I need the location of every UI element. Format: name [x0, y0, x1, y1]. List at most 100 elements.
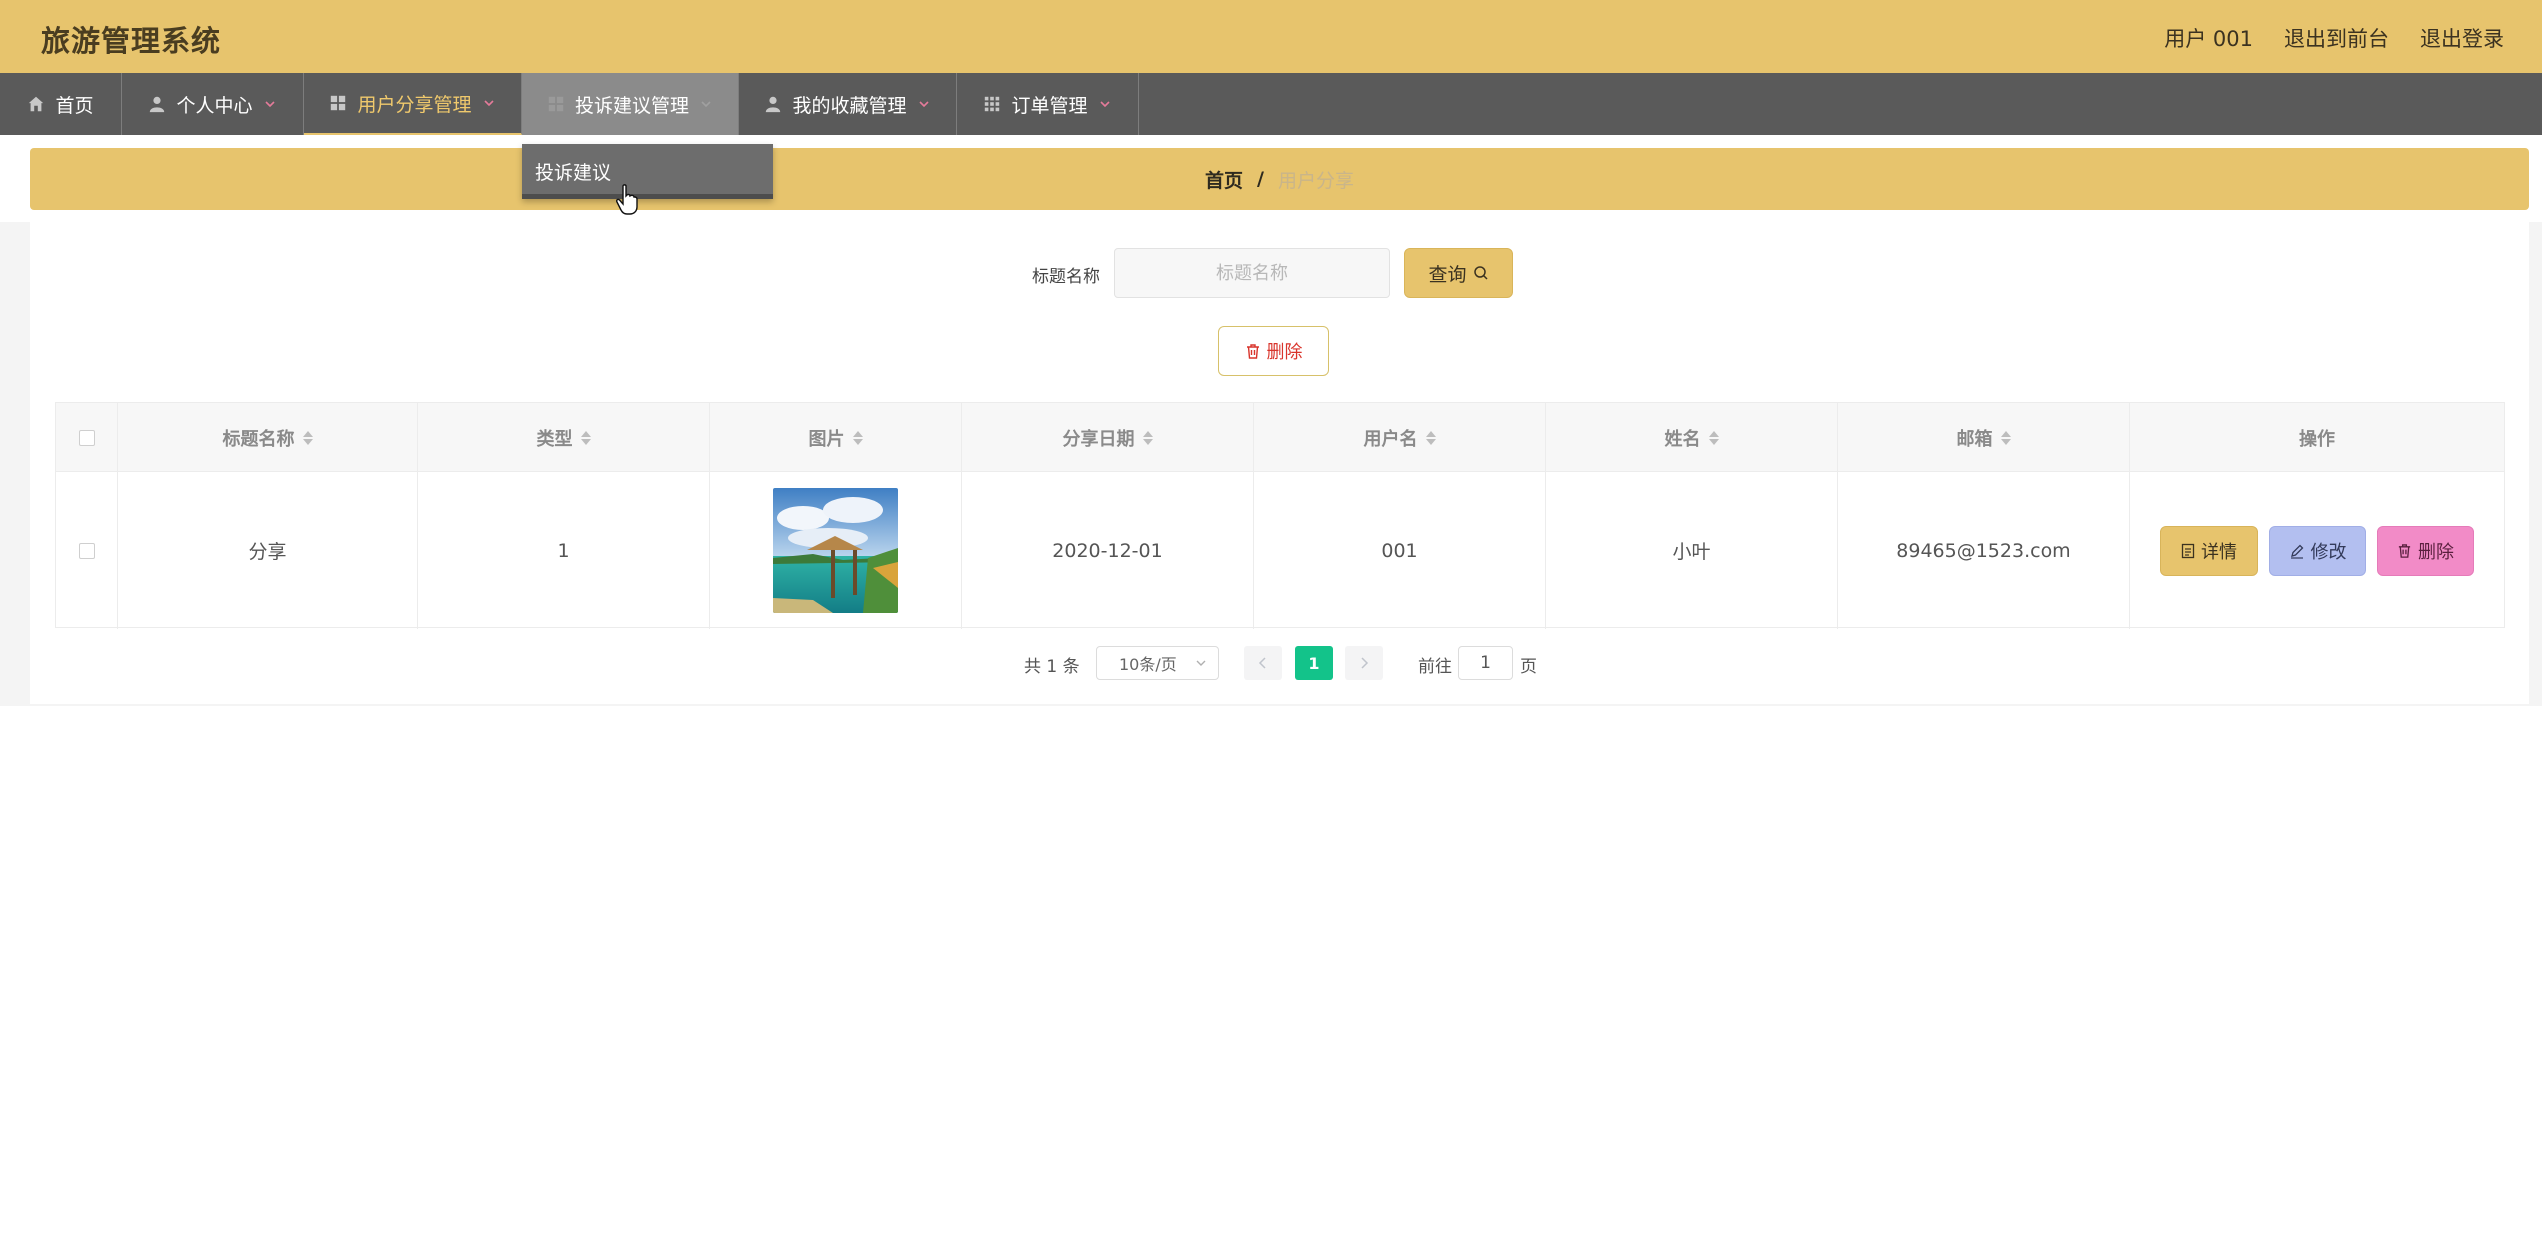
page-size-select[interactable]: 10条/页	[1096, 646, 1219, 680]
chevron-down-icon	[918, 101, 929, 108]
column-header-email[interactable]: 邮箱	[1838, 403, 2130, 472]
nav-item-complaint-management[interactable]: 投诉建议管理	[522, 73, 739, 135]
sort-icon[interactable]	[580, 430, 591, 445]
edit-button-label: 修改	[2310, 541, 2347, 563]
main-nav: 首页 个人中心 用户分享管理 投诉建议管理 我的收藏管理 订单管理	[0, 73, 2542, 135]
user-icon	[766, 96, 781, 113]
current-user-label: 用户 001	[2164, 27, 2253, 51]
query-button[interactable]: 查询	[1404, 248, 1513, 298]
column-header-actions: 操作	[2130, 403, 2504, 472]
sort-icon[interactable]	[852, 430, 863, 445]
chevron-down-icon	[483, 100, 494, 107]
column-header-date[interactable]: 分享日期	[962, 403, 1254, 472]
column-label: 类型	[536, 428, 573, 450]
sort-icon[interactable]	[2000, 430, 2011, 445]
breadcrumb-separator: /	[1257, 168, 1264, 190]
nav-label-share-management: 用户分享管理	[357, 93, 472, 116]
batch-delete-button[interactable]: 删除	[1218, 326, 1329, 376]
column-header-type[interactable]: 类型	[418, 403, 710, 472]
query-button-label: 查询	[1428, 263, 1467, 286]
breadcrumb: 首页 / 用户分享	[30, 148, 2529, 210]
column-label: 图片	[808, 428, 845, 450]
select-all-checkbox[interactable]	[78, 429, 95, 446]
nav-label-personal-center: 个人中心	[176, 94, 253, 117]
cell-date: 2020-12-01	[962, 472, 1254, 629]
sort-icon[interactable]	[1708, 430, 1719, 445]
detail-button[interactable]: 详情	[2160, 525, 2258, 576]
logout-link[interactable]: 退出登录	[2420, 23, 2504, 53]
chevron-down-icon	[701, 101, 711, 108]
breadcrumb-home[interactable]: 首页	[1205, 166, 1243, 193]
sort-icon[interactable]	[302, 430, 313, 445]
nav-label-favorites-management: 我的收藏管理	[792, 94, 907, 117]
table-header: 标题名称 类型 图片 分享日期 用户名 姓名 邮箱 操作	[56, 403, 2504, 472]
goto-page-input[interactable]	[1458, 646, 1513, 680]
chevron-down-icon	[1099, 101, 1110, 108]
share-table: 标题名称 类型 图片 分享日期 用户名 姓名 邮箱 操作 分享 1 2020-1…	[55, 402, 2505, 629]
nav-item-home[interactable]: 首页	[0, 73, 122, 135]
breadcrumb-current: 用户分享	[1277, 169, 1354, 192]
nav-item-share-management[interactable]: 用户分享管理	[304, 73, 522, 135]
chevron-right-icon	[1361, 657, 1369, 669]
home-icon	[29, 96, 44, 112]
cell-title: 分享	[118, 472, 418, 629]
column-label: 姓名	[1664, 428, 1701, 450]
search-label: 标题名称	[1032, 267, 1100, 287]
row-select-cell	[56, 472, 118, 629]
grid-icon	[548, 96, 564, 112]
edit-button[interactable]: 修改	[2269, 525, 2366, 576]
cell-type: 1	[418, 472, 710, 629]
row-delete-button[interactable]: 删除	[2377, 525, 2474, 576]
nav-item-personal-center[interactable]: 个人中心	[122, 73, 304, 135]
goto-label: 前往	[1418, 657, 1452, 677]
sort-icon[interactable]	[1142, 430, 1153, 445]
pagination: 共 1 条 10条/页 1 前往 页	[0, 646, 2542, 680]
next-page-button[interactable]	[1345, 646, 1383, 680]
page-number-button[interactable]: 1	[1295, 646, 1333, 680]
batch-delete-label: 删除	[1266, 342, 1303, 363]
column-header-name[interactable]: 姓名	[1546, 403, 1838, 472]
chevron-down-icon	[1196, 660, 1206, 666]
cell-email: 89465@1523.com	[1838, 472, 2130, 629]
back-to-front-link[interactable]: 退出到前台	[2284, 23, 2389, 53]
page-unit-label: 页	[1520, 657, 1537, 677]
cell-name: 小叶	[1546, 472, 1838, 629]
title-search-input[interactable]	[1114, 248, 1390, 298]
nav-label-complaint-management: 投诉建议管理	[574, 94, 689, 117]
search-icon	[1473, 266, 1488, 280]
prev-page-button[interactable]	[1244, 646, 1282, 680]
row-checkbox[interactable]	[78, 542, 95, 559]
trash-icon	[1246, 343, 1259, 359]
column-label: 标题名称	[222, 428, 295, 450]
detail-button-label: 详情	[2201, 541, 2237, 563]
nav-label-order-management: 订单管理	[1011, 94, 1088, 117]
dropdown-item-complaint[interactable]: 投诉建议	[535, 158, 611, 185]
apps-icon	[985, 96, 1000, 112]
cell-username: 001	[1254, 472, 1546, 629]
share-image-thumbnail[interactable]	[773, 488, 898, 613]
column-label: 分享日期	[1062, 428, 1135, 450]
page-size-value: 10条/页	[1119, 655, 1177, 674]
chevron-down-icon	[264, 101, 275, 108]
grid-icon	[331, 95, 346, 111]
table-row: 分享 1 2020-12-01 001 小叶 89465@1523.com 详情…	[56, 472, 2504, 629]
hand-cursor-icon	[616, 184, 638, 215]
cell-image	[710, 472, 962, 629]
header-links: 用户 001 退出到前台 退出登录	[2164, 23, 2504, 53]
row-delete-button-label: 删除	[2418, 541, 2454, 563]
nav-label-home: 首页	[55, 94, 94, 117]
pagination-total: 共 1 条	[1024, 657, 1080, 677]
user-icon	[150, 96, 165, 113]
nav-item-favorites-management[interactable]: 我的收藏管理	[739, 73, 957, 135]
column-label: 邮箱	[1956, 428, 1993, 450]
column-header-title[interactable]: 标题名称	[118, 403, 418, 472]
chevron-left-icon	[1258, 657, 1266, 669]
top-header: 旅游管理系统 用户 001 退出到前台 退出登录	[0, 0, 2542, 73]
sort-icon[interactable]	[1425, 430, 1436, 445]
column-header-image[interactable]: 图片	[710, 403, 962, 472]
app-title: 旅游管理系统	[41, 24, 222, 58]
nav-item-order-management[interactable]: 订单管理	[957, 73, 1139, 135]
column-header-username[interactable]: 用户名	[1254, 403, 1546, 472]
edit-icon	[2290, 544, 2303, 559]
header-select-all-cell	[56, 403, 118, 472]
